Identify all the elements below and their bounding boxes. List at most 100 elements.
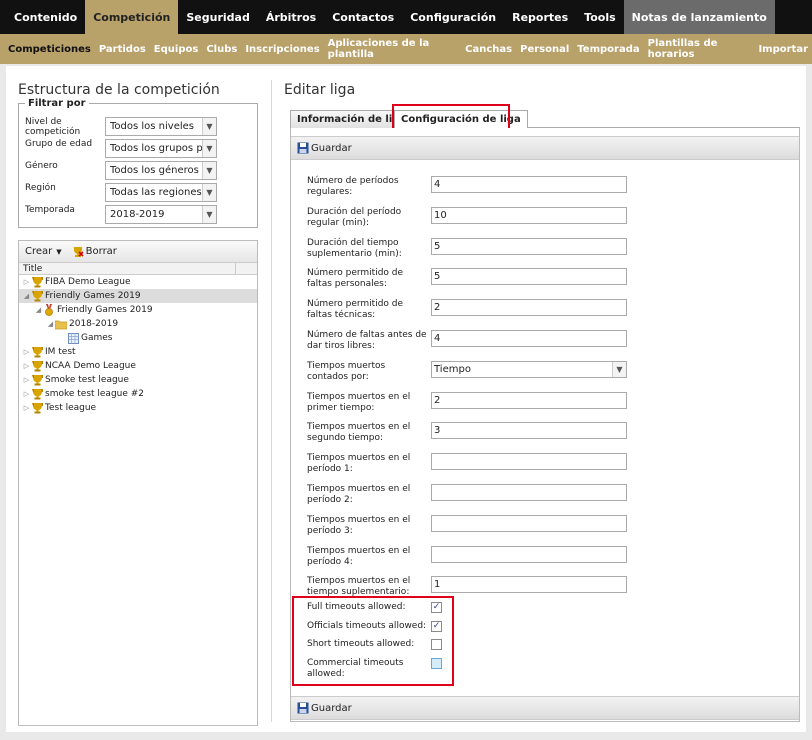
nav-tools[interactable]: Tools bbox=[576, 0, 623, 34]
field-input[interactable]: 3 bbox=[431, 422, 627, 440]
expand-arrow-icon[interactable]: ▷ bbox=[22, 376, 31, 384]
collapse-arrow-icon[interactable]: ◢ bbox=[46, 320, 55, 328]
field-label: Número permitido de faltas técnicas: bbox=[307, 299, 404, 321]
filter-label: Temporada bbox=[25, 205, 75, 215]
trophy-icon bbox=[31, 402, 43, 414]
subnav-canchas[interactable]: Canchas bbox=[461, 44, 516, 55]
nav-seguridad[interactable]: Seguridad bbox=[178, 0, 257, 34]
trophy-icon bbox=[31, 388, 43, 400]
collapse-arrow-icon[interactable]: ◢ bbox=[22, 292, 31, 300]
field-label: Tiempos muertos en el período 2: bbox=[307, 484, 411, 505]
field-input[interactable]: 1 bbox=[431, 576, 627, 594]
tree-node[interactable]: ◢ Friendly Games 2019 bbox=[19, 303, 257, 317]
create-button[interactable]: Crear ▼ bbox=[25, 246, 62, 257]
subnav-importar[interactable]: Importar bbox=[754, 44, 812, 55]
field-input[interactable] bbox=[431, 484, 627, 501]
tree-column-title[interactable]: Title bbox=[19, 263, 257, 275]
field-input[interactable]: 10 bbox=[431, 206, 627, 224]
field-input[interactable]: 2 bbox=[431, 391, 627, 409]
save-toolbar-bottom: Guardar bbox=[291, 696, 799, 720]
subnav-aplicaciones[interactable]: Aplicaciones de la plantilla bbox=[324, 38, 462, 60]
filter-row-region: Región Todas las regiones ▼ bbox=[25, 183, 251, 203]
field-label: Tiempos muertos en el tiempo suplementar… bbox=[307, 576, 411, 598]
timeout-checkbox[interactable] bbox=[431, 639, 442, 650]
delete-button[interactable]: Borrar bbox=[72, 246, 117, 258]
field-input[interactable]: 2 bbox=[431, 299, 627, 317]
trophy-icon bbox=[31, 360, 43, 372]
field-label: Tiempos muertos en el segundo tiempo: bbox=[307, 422, 411, 444]
tree-node[interactable]: ▷ NCAA Demo League bbox=[19, 359, 257, 373]
subnav-competiciones[interactable]: Competiciones bbox=[4, 44, 95, 55]
tree-node[interactable]: ◢ 2018-2019 bbox=[19, 317, 257, 331]
nav-contenido[interactable]: Contenido bbox=[6, 0, 85, 34]
tree-node[interactable]: ▷ Smoke test league bbox=[19, 373, 257, 387]
timeout-checkbox[interactable] bbox=[431, 658, 442, 669]
collapse-arrow-icon[interactable]: ◢ bbox=[34, 306, 43, 314]
field-input[interactable]: 4 bbox=[431, 176, 627, 193]
folder-icon bbox=[55, 318, 67, 330]
tree-node[interactable]: ▷ FIBA Demo League bbox=[19, 275, 257, 289]
filter-nivel-select[interactable]: Todos los niveles ▼ bbox=[105, 117, 217, 136]
expand-arrow-icon[interactable]: ▷ bbox=[22, 348, 31, 356]
nav-reportes[interactable]: Reportes bbox=[504, 0, 576, 34]
field-label: Número permitido de faltas personales: bbox=[307, 268, 404, 290]
save-button-top[interactable]: Guardar bbox=[311, 143, 352, 154]
tree-toolbar: Crear ▼ Borrar bbox=[19, 241, 257, 263]
tree-node[interactable]: Games bbox=[19, 331, 257, 345]
chevron-down-icon: ▼ bbox=[612, 361, 626, 377]
calendar-grid-icon bbox=[67, 332, 79, 344]
nav-configuracion[interactable]: Configuración bbox=[402, 0, 504, 34]
tree-node[interactable]: ▷ Test league bbox=[19, 401, 257, 415]
subnav-inscripciones[interactable]: Inscripciones bbox=[241, 44, 323, 55]
expand-arrow-icon[interactable]: ▷ bbox=[22, 404, 31, 412]
chevron-down-icon: ▼ bbox=[202, 206, 216, 223]
expand-arrow-icon[interactable]: ▷ bbox=[22, 390, 31, 398]
timeout-checkbox[interactable]: ✓ bbox=[431, 621, 442, 632]
field-input[interactable]: 5 bbox=[431, 268, 627, 286]
trophy-icon bbox=[31, 290, 43, 302]
subnav-equipos[interactable]: Equipos bbox=[150, 44, 203, 55]
expand-arrow-icon[interactable]: ▷ bbox=[22, 278, 31, 286]
tree-node[interactable]: ◢ Friendly Games 2019 bbox=[19, 289, 257, 303]
chevron-down-icon: ▼ bbox=[202, 184, 216, 201]
field-label: Duración del tiempo suplementario (min): bbox=[307, 237, 402, 259]
filter-region-select[interactable]: Todas las regiones ▼ bbox=[105, 183, 217, 202]
field-input[interactable]: 4 bbox=[431, 330, 627, 347]
field-label: Duración del período regular (min): bbox=[307, 206, 402, 228]
nav-contactos[interactable]: Contactos bbox=[324, 0, 402, 34]
field-label: Tiempos muertos en el período 4: bbox=[307, 545, 411, 567]
filter-temporada-select[interactable]: 2018-2019 ▼ bbox=[105, 205, 217, 224]
subnav-temporada[interactable]: Temporada bbox=[573, 44, 643, 55]
nav-competicion[interactable]: Competición bbox=[85, 0, 179, 34]
save-button-bottom[interactable]: Guardar bbox=[311, 703, 352, 714]
subnav-clubs[interactable]: Clubs bbox=[202, 44, 241, 55]
right-panel: Editar liga Información de liga Configur… bbox=[282, 66, 804, 732]
trophy-icon bbox=[31, 276, 43, 288]
tree-node-label: Test league bbox=[45, 403, 97, 413]
filter-grupo-select[interactable]: Todos los grupos por ▼ bbox=[105, 139, 217, 158]
trophy-icon bbox=[31, 346, 43, 358]
competition-tree: Crear ▼ Borrar Title ▷ FIBA Demo League ◢ Fr… bbox=[18, 240, 258, 726]
nav-arbitros[interactable]: Árbitros bbox=[258, 0, 324, 34]
field-input[interactable] bbox=[431, 545, 627, 563]
tree-node[interactable]: ▷ IM test bbox=[19, 345, 257, 359]
filter-row-grupo: Grupo de edad Todos los grupos por ▼ bbox=[25, 139, 251, 159]
tree-node-label: Smoke test league bbox=[45, 375, 129, 385]
field-input[interactable]: 5 bbox=[431, 237, 627, 255]
nav-notas-lanzamiento[interactable]: Notas de lanzamiento bbox=[623, 0, 775, 34]
subnav-plantillas-horarios[interactable]: Plantillas de horarios bbox=[644, 38, 755, 60]
league-tabs: Información de liga Configuración de lig… bbox=[290, 106, 800, 129]
medal-icon bbox=[43, 304, 55, 316]
timeouts-counted-by-select[interactable]: Tiempo ▼ bbox=[431, 360, 627, 378]
field-input[interactable] bbox=[431, 514, 627, 532]
field-input[interactable] bbox=[431, 453, 627, 471]
tree-node-label: Games bbox=[81, 333, 113, 343]
timeout-checkbox[interactable]: ✓ bbox=[431, 602, 442, 613]
filter-genero-select[interactable]: Todos los géneros ▼ bbox=[105, 161, 217, 180]
expand-arrow-icon[interactable]: ▷ bbox=[22, 362, 31, 370]
tab-configuracion-liga[interactable]: Configuración de liga bbox=[394, 110, 528, 129]
chevron-down-icon: ▼ bbox=[202, 140, 216, 157]
tree-node[interactable]: ▷ smoke test league #2 bbox=[19, 387, 257, 401]
subnav-personal[interactable]: Personal bbox=[516, 44, 573, 55]
subnav-partidos[interactable]: Partidos bbox=[95, 44, 150, 55]
